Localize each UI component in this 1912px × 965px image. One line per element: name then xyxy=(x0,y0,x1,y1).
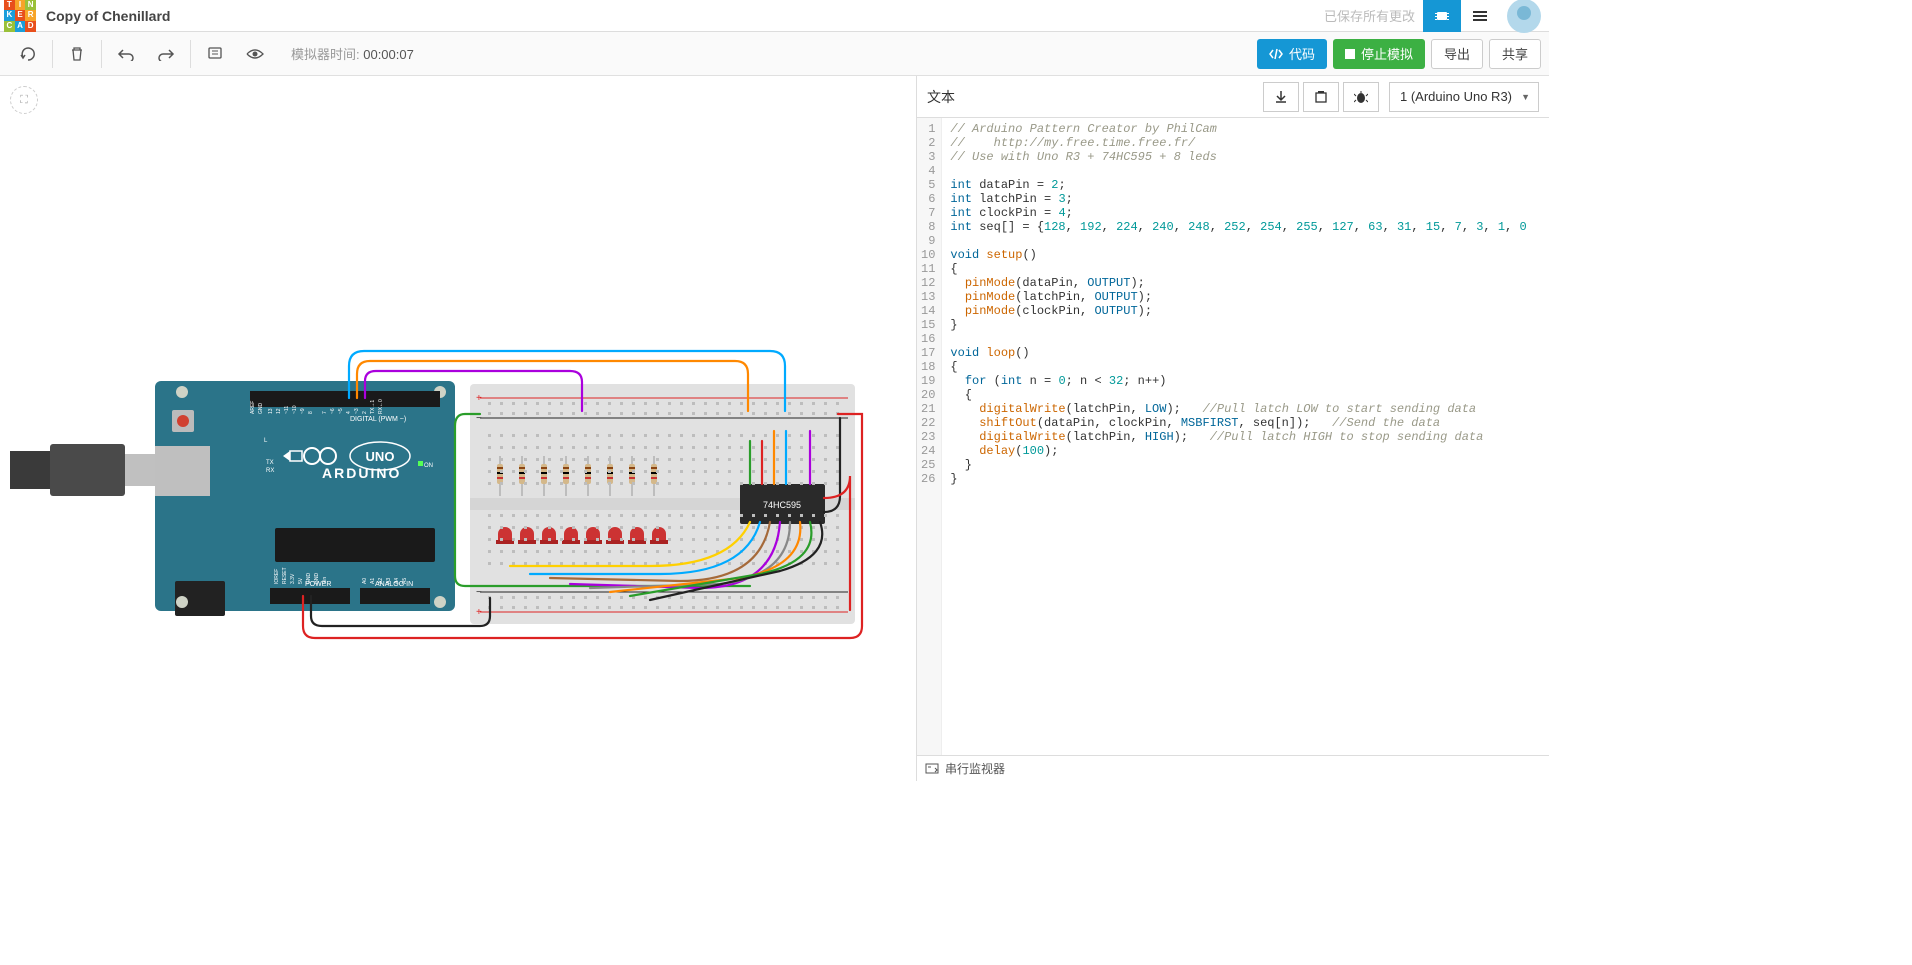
toolbar: 模拟器时间: 00:00:07 代码 停止模拟 导出 共享 xyxy=(0,32,1549,76)
tinkercad-logo[interactable]: TIN KER CAD xyxy=(4,0,36,32)
svg-text:~9: ~9 xyxy=(300,408,306,414)
svg-text:~3: ~3 xyxy=(354,408,360,414)
arduino-uno[interactable]: UNO ARDUINO DIGITAL (PWM ~) ANALOG IN PO… xyxy=(155,381,455,616)
svg-text:ARDUINO: ARDUINO xyxy=(322,465,401,481)
saved-status: 已保存所有更改 xyxy=(1324,6,1415,25)
svg-text:TX→1: TX→1 xyxy=(370,400,376,414)
stop-icon xyxy=(1345,49,1355,59)
notes-button[interactable] xyxy=(195,32,235,76)
svg-text:A4: A4 xyxy=(394,578,400,584)
code-icon xyxy=(1269,47,1283,61)
svg-text:13: 13 xyxy=(268,408,274,414)
zoom-fit-button[interactable]: ⛶ xyxy=(10,86,38,114)
circuit-diagram: UNO ARDUINO DIGITAL (PWM ~) ANALOG IN PO… xyxy=(10,266,890,686)
code-lines[interactable]: // Arduino Pattern Creator by PhilCam// … xyxy=(942,118,1534,755)
svg-text:12: 12 xyxy=(276,408,282,414)
svg-text:4: 4 xyxy=(346,411,352,414)
undo-button[interactable] xyxy=(106,32,146,76)
main: ⛶ xyxy=(0,76,1549,781)
code-button[interactable]: 代码 xyxy=(1257,39,1327,69)
svg-text:5V: 5V xyxy=(298,577,304,584)
list-icon xyxy=(1473,11,1487,21)
board-select[interactable]: 1 (Arduino Uno R3) xyxy=(1389,82,1539,112)
code-panel: 文本 1 (Arduino Uno R3) 123456789101112131… xyxy=(916,76,1549,781)
svg-text:UNO: UNO xyxy=(366,449,395,464)
svg-text:7: 7 xyxy=(322,411,328,414)
visibility-button[interactable] xyxy=(235,32,275,76)
svg-text:74HC595: 74HC595 xyxy=(763,500,801,510)
redo-button[interactable] xyxy=(146,32,186,76)
svg-text:A5: A5 xyxy=(402,578,408,584)
debug-button[interactable] xyxy=(1343,82,1379,112)
svg-text:8: 8 xyxy=(308,411,314,414)
svg-text:RX←0: RX←0 xyxy=(378,399,384,414)
svg-text:DIGITAL (PWM ~): DIGITAL (PWM ~) xyxy=(350,416,406,423)
sim-time-value: 00:00:07 xyxy=(363,47,414,62)
code-mode-label[interactable]: 文本 xyxy=(927,87,955,107)
code-header: 文本 1 (Arduino Uno R3) xyxy=(917,76,1549,118)
topbar: TIN KER CAD Copy of Chenillard 已保存所有更改 xyxy=(0,0,1549,32)
line-gutter: 1234567891011121314151617181920212223242… xyxy=(917,118,942,755)
export-button[interactable]: 导出 xyxy=(1431,39,1483,69)
svg-text:Vin: Vin xyxy=(322,577,328,584)
svg-text:A1: A1 xyxy=(370,578,376,584)
rotate-button[interactable] xyxy=(8,32,48,76)
svg-text:3.3V: 3.3V xyxy=(290,573,296,584)
svg-text:−: − xyxy=(476,587,482,598)
svg-text:RX: RX xyxy=(266,468,274,474)
sim-time-label: 模拟器时间: 00:00:07 xyxy=(291,44,414,63)
svg-text:2: 2 xyxy=(362,411,368,414)
serial-monitor-toggle[interactable]: 串行监视器 xyxy=(917,755,1549,781)
libraries-button[interactable] xyxy=(1303,82,1339,112)
project-title[interactable]: Copy of Chenillard xyxy=(46,8,170,24)
list-view-button[interactable] xyxy=(1461,0,1499,32)
svg-text:GND: GND xyxy=(306,573,312,585)
breadboard[interactable]: + − − + 74HC595 xyxy=(470,384,855,624)
share-button[interactable]: 共享 xyxy=(1489,39,1541,69)
svg-text:A2: A2 xyxy=(378,578,384,584)
svg-text:RESET: RESET xyxy=(282,567,288,584)
svg-text:GND: GND xyxy=(258,403,264,415)
components-view-button[interactable] xyxy=(1423,0,1461,32)
svg-text:+: + xyxy=(476,607,482,618)
svg-text:+: + xyxy=(476,393,482,404)
svg-text:~10: ~10 xyxy=(292,405,298,414)
svg-text:~5: ~5 xyxy=(338,408,344,414)
circuit-canvas[interactable]: ⛶ xyxy=(0,76,916,781)
svg-text:ON: ON xyxy=(424,463,433,469)
svg-text:TX: TX xyxy=(266,460,274,466)
download-code-button[interactable] xyxy=(1263,82,1299,112)
svg-text:AREF: AREF xyxy=(250,401,256,414)
svg-text:~11: ~11 xyxy=(284,406,290,414)
svg-text:IOREF: IOREF xyxy=(274,569,280,584)
code-editor[interactable]: 1234567891011121314151617181920212223242… xyxy=(917,118,1549,755)
svg-text:A0: A0 xyxy=(362,578,368,584)
svg-text:~6: ~6 xyxy=(330,408,336,414)
serial-icon xyxy=(925,763,939,775)
user-avatar[interactable] xyxy=(1507,0,1541,33)
svg-text:GND: GND xyxy=(314,573,320,585)
delete-button[interactable] xyxy=(57,32,97,76)
svg-text:A3: A3 xyxy=(386,578,392,584)
stop-simulation-button[interactable]: 停止模拟 xyxy=(1333,39,1425,69)
